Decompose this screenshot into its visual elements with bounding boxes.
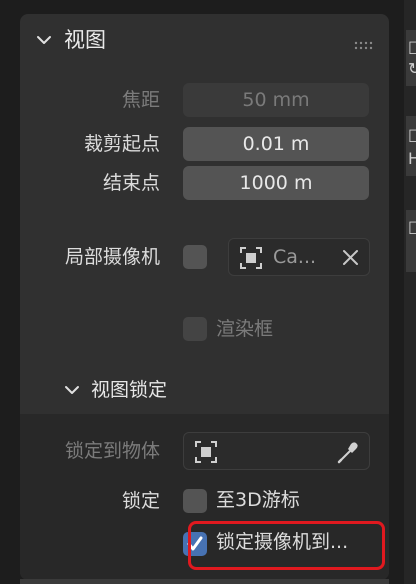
annotation-highlight-box bbox=[188, 521, 385, 570]
local-camera-name: Ca... bbox=[273, 246, 317, 268]
lock-to-object-label: 锁定到物体 bbox=[64, 440, 160, 462]
side-tab-3-glyph: □ bbox=[408, 218, 416, 236]
side-tab-1-refresh-icon: ↻ bbox=[408, 60, 416, 78]
local-camera-checkbox[interactable] bbox=[183, 245, 207, 269]
clear-camera-icon[interactable] bbox=[342, 249, 359, 266]
side-tab-1-glyph: □ bbox=[408, 38, 416, 56]
clip-end-field[interactable]: 1000 m bbox=[183, 166, 369, 200]
lock-label: 锁定 bbox=[121, 490, 160, 512]
drag-handle-icon[interactable] bbox=[354, 36, 376, 50]
view-panel-header[interactable]: 视图 bbox=[20, 14, 389, 68]
lock-to-object-field[interactable] bbox=[183, 432, 370, 470]
focal-length-field: 50 mm bbox=[183, 83, 369, 117]
clip-start-label: 裁剪起点 bbox=[83, 133, 160, 155]
lock-to-3d-cursor-label: 至3D游标 bbox=[216, 489, 300, 511]
chevron-down-icon[interactable] bbox=[35, 31, 53, 49]
camera-object-icon bbox=[239, 246, 263, 270]
side-tab-2-glyph: □ bbox=[408, 126, 416, 144]
panel-title: 视图 bbox=[64, 28, 106, 52]
view-lock-title[interactable]: 视图锁定 bbox=[91, 375, 167, 405]
focal-length-label: 焦距 bbox=[121, 89, 160, 111]
local-camera-label: 局部摄像机 bbox=[64, 246, 160, 268]
next-panel-edge bbox=[20, 579, 389, 584]
eyedropper-icon[interactable] bbox=[336, 439, 362, 465]
side-tab-2-letter: H bbox=[408, 150, 416, 168]
view-panel: 视图 焦距 50 mm 裁剪起点 0.01 m 结束点 1000 m 局部摄像机… bbox=[20, 14, 389, 580]
chevron-down-icon[interactable] bbox=[63, 381, 81, 399]
render-border-label: 渲染框 bbox=[216, 318, 274, 340]
lock-to-3d-cursor-checkbox[interactable] bbox=[183, 489, 207, 513]
render-border-checkbox[interactable] bbox=[183, 317, 207, 341]
local-camera-field[interactable]: Ca... bbox=[228, 238, 370, 276]
object-icon bbox=[194, 440, 218, 464]
side-tab-strip bbox=[404, 0, 416, 584]
clip-start-field[interactable]: 0.01 m bbox=[183, 127, 369, 161]
clip-end-label: 结束点 bbox=[102, 172, 160, 194]
